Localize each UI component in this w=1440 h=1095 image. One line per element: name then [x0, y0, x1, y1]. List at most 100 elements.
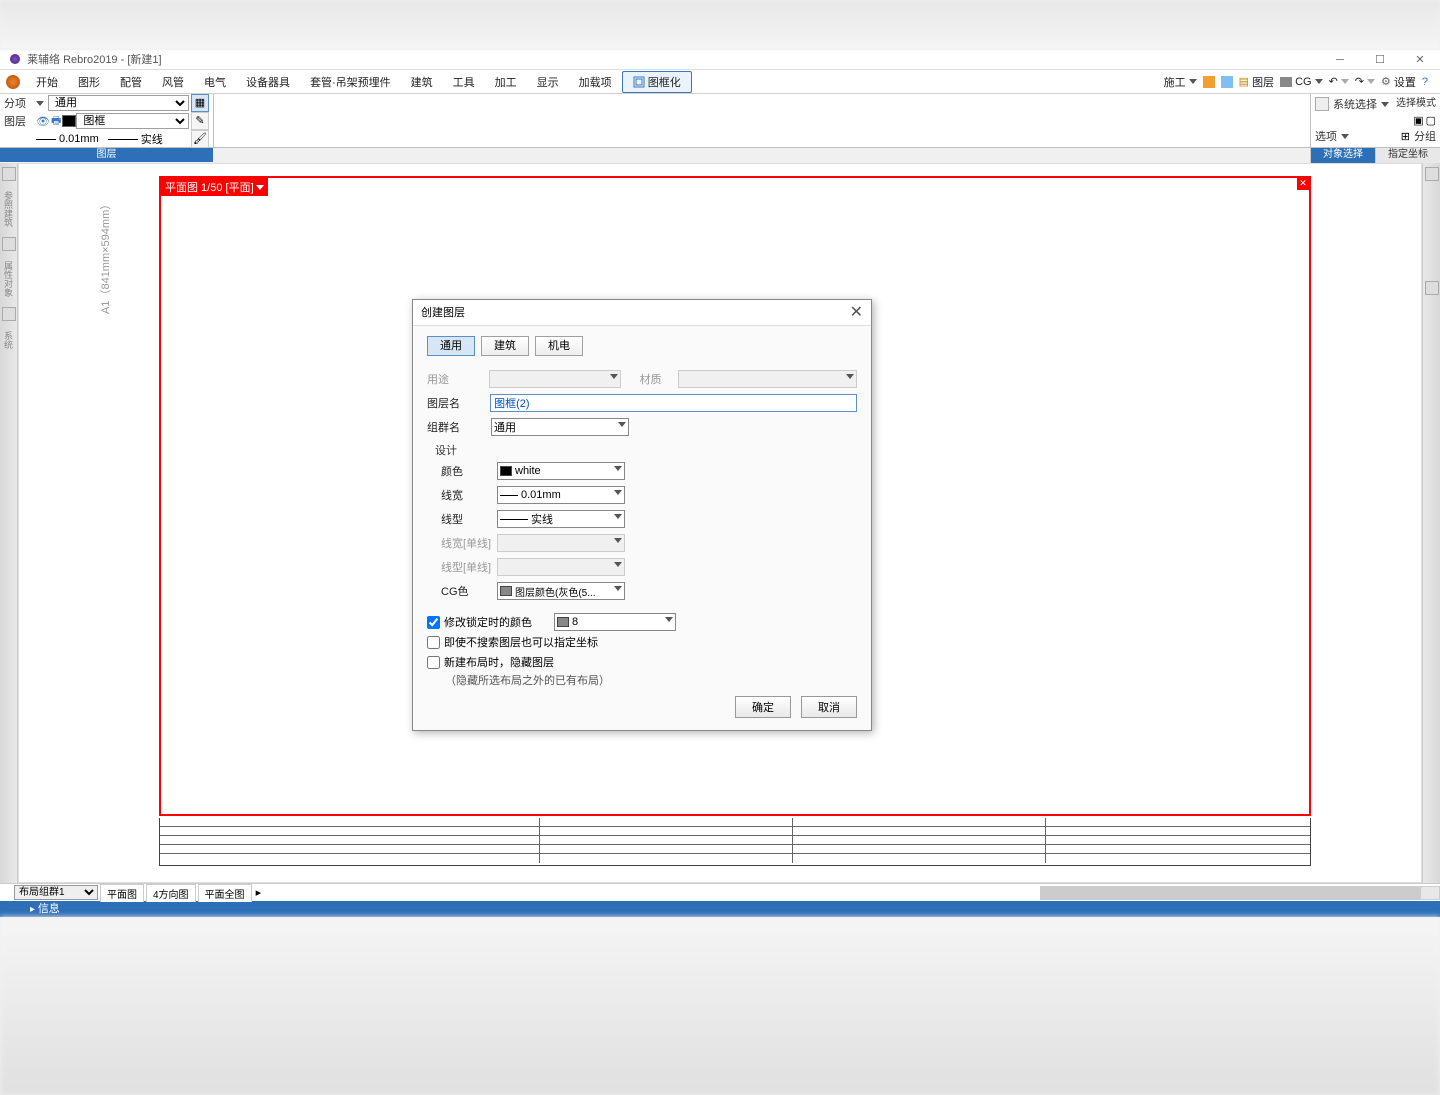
menu-tools[interactable]: 工具 [443, 72, 485, 92]
ribbon-layer-label: 图层 [4, 113, 36, 129]
top-construction[interactable]: 施工 [1164, 74, 1197, 90]
left-rail-text3: 系统 [2, 331, 15, 349]
linetype-single-select [497, 558, 625, 576]
menu-addin[interactable]: 加载项 [569, 72, 622, 92]
top-cg[interactable]: CG [1280, 76, 1323, 88]
system-select-label[interactable]: 系统选择 [1333, 96, 1377, 112]
linetype-select[interactable]: 实线 [497, 510, 625, 528]
usage-select [489, 370, 622, 388]
maximize-button[interactable]: ☐ [1360, 50, 1400, 70]
cgcolor-label: CG色 [441, 583, 497, 599]
h-scrollbar[interactable] [1040, 886, 1440, 900]
view-tab[interactable]: 平面图 1/50 [平面] [161, 178, 268, 196]
menu-frame[interactable]: 图框化 [622, 71, 692, 93]
lineweight-select[interactable]: 0.01mm [497, 486, 625, 504]
lockcolor-select[interactable]: 8 [554, 613, 676, 631]
ribbon-tool-b[interactable]: ✎ [191, 112, 209, 130]
tab-4dir[interactable]: 4方向图 [146, 884, 196, 902]
lineweight-single-label: 线宽[单线] [441, 535, 497, 551]
ribbon-linetype: 实线 [141, 131, 163, 147]
check-nosearch[interactable] [427, 636, 440, 649]
color-select[interactable]: white [497, 462, 625, 480]
left-tool-3[interactable] [2, 307, 16, 321]
ribbon-tool-a[interactable]: ▦ [191, 94, 209, 112]
cgcolor-select[interactable]: 图层颜色(灰色(5... [497, 582, 625, 600]
dlg-tab-building[interactable]: 建筑 [481, 336, 529, 356]
layer-select[interactable]: 图框 [76, 113, 189, 129]
left-rail-text: 参照建筑 [2, 191, 15, 227]
material-label: 材质 [639, 371, 677, 387]
paper-size-label: A1（841mm×594mm） [97, 199, 113, 314]
ribbon-tool-c[interactable]: 🖌 [191, 130, 209, 148]
material-select [678, 370, 857, 388]
system-select-icon[interactable] [1315, 97, 1329, 111]
right-tool-2[interactable] [1425, 281, 1439, 295]
division-dropdown-icon[interactable] [36, 101, 44, 106]
check-lockcolor[interactable] [427, 616, 440, 629]
options-label[interactable]: 选项 [1315, 128, 1337, 144]
layername-label: 图层名 [427, 395, 490, 411]
dlg-tab-mep[interactable]: 机电 [535, 336, 583, 356]
tab-plan[interactable]: 平面图 [100, 884, 144, 902]
groupname-select[interactable]: 通用 [491, 418, 629, 436]
tab-coord-select[interactable]: 指定坐标 [1375, 148, 1440, 163]
tab-nav-icon[interactable]: ▸ [256, 886, 262, 899]
menu-sleeve[interactable]: 套管·吊架预埋件 [300, 72, 401, 92]
groupname-label: 组群名 [427, 419, 491, 435]
menu-equipment[interactable]: 设备器具 [236, 72, 300, 92]
design-section-label: 设计 [435, 442, 857, 458]
menu-duct[interactable]: 风管 [152, 72, 194, 92]
cancel-button[interactable]: 取消 [801, 696, 857, 718]
ok-button[interactable]: 确定 [735, 696, 791, 718]
check-nosearch-label: 即使不搜索图层也可以指定坐标 [444, 634, 598, 650]
check-hidelayout-note: （隐藏所选布局之外的已有布局） [445, 672, 857, 688]
layer-color-swatch[interactable] [62, 115, 76, 127]
tab-object-select[interactable]: 对象选择 [1310, 148, 1375, 163]
menu-building[interactable]: 建筑 [401, 72, 443, 92]
top-settings[interactable]: ⚙ 设置 [1381, 74, 1416, 90]
menu-electrical[interactable]: 电气 [194, 72, 236, 92]
app-icon [10, 54, 20, 64]
check-hidelayout[interactable] [427, 656, 440, 669]
group-icon[interactable]: ⊞ [1401, 130, 1410, 143]
left-tool-2[interactable] [2, 237, 16, 251]
menu-fabrication[interactable]: 加工 [485, 72, 527, 92]
visibility-icon[interactable]: 👁 [36, 115, 50, 128]
menu-display[interactable]: 显示 [527, 72, 569, 92]
view-close-icon[interactable]: ✕ [1297, 178, 1309, 190]
view-tab-dropdown-icon[interactable] [256, 185, 264, 190]
check-hidelayout-label: 新建布局时，隐藏图层 [444, 654, 554, 670]
print-icon[interactable]: 🖶 [51, 112, 61, 131]
menu-graphic[interactable]: 图形 [68, 72, 110, 92]
layout-group-select[interactable]: 布局组群1 [14, 885, 98, 900]
dialog-close-icon[interactable]: ✕ [850, 300, 863, 326]
ribbon-division-label: 分项 [4, 95, 36, 111]
top-tool2[interactable] [1221, 76, 1233, 88]
dlg-tab-general[interactable]: 通用 [427, 336, 475, 356]
layername-input[interactable] [490, 394, 857, 412]
top-help[interactable]: ? [1422, 76, 1428, 88]
ribbon: 分项 通用 ▦ 图层 👁 🖶 图框 ✎ 0.01mm 实线 🖌 图层 系统选择 [0, 94, 1440, 148]
top-undo[interactable]: ↶ [1329, 75, 1349, 88]
usage-label: 用途 [427, 371, 489, 387]
left-tool-1[interactable] [2, 167, 16, 181]
top-redo[interactable]: ↷ [1355, 75, 1375, 88]
top-layer[interactable]: ▤ 图层 [1239, 74, 1274, 90]
menu-piping[interactable]: 配管 [110, 72, 152, 92]
linetype-label: 线型 [441, 511, 497, 527]
close-button[interactable]: ✕ [1400, 50, 1440, 70]
menu-start[interactable]: 开始 [26, 72, 68, 92]
bottom-bar: 布局组群1 平面图 4方向图 平面全图 ▸ [0, 883, 1440, 901]
title-block [159, 818, 1311, 866]
rr-icon2[interactable]: ▢ [1426, 114, 1436, 127]
left-toolrail: 参照建筑 属性对象 系统 [0, 163, 18, 883]
app-menu-icon[interactable] [6, 75, 20, 89]
create-layer-dialog: 创建图层 ✕ 通用 建筑 机电 用途 材质 图层名 组群名 通用 设计 颜色 w… [412, 299, 872, 731]
rr-icon1[interactable]: ▣ [1413, 114, 1423, 127]
top-tool1[interactable] [1203, 76, 1215, 88]
dialog-title: 创建图层 [421, 300, 465, 326]
minimize-button[interactable]: ─ [1320, 50, 1360, 70]
division-select[interactable]: 通用 [48, 95, 189, 111]
tab-planall[interactable]: 平面全图 [198, 884, 252, 902]
right-tool-1[interactable] [1425, 167, 1439, 181]
